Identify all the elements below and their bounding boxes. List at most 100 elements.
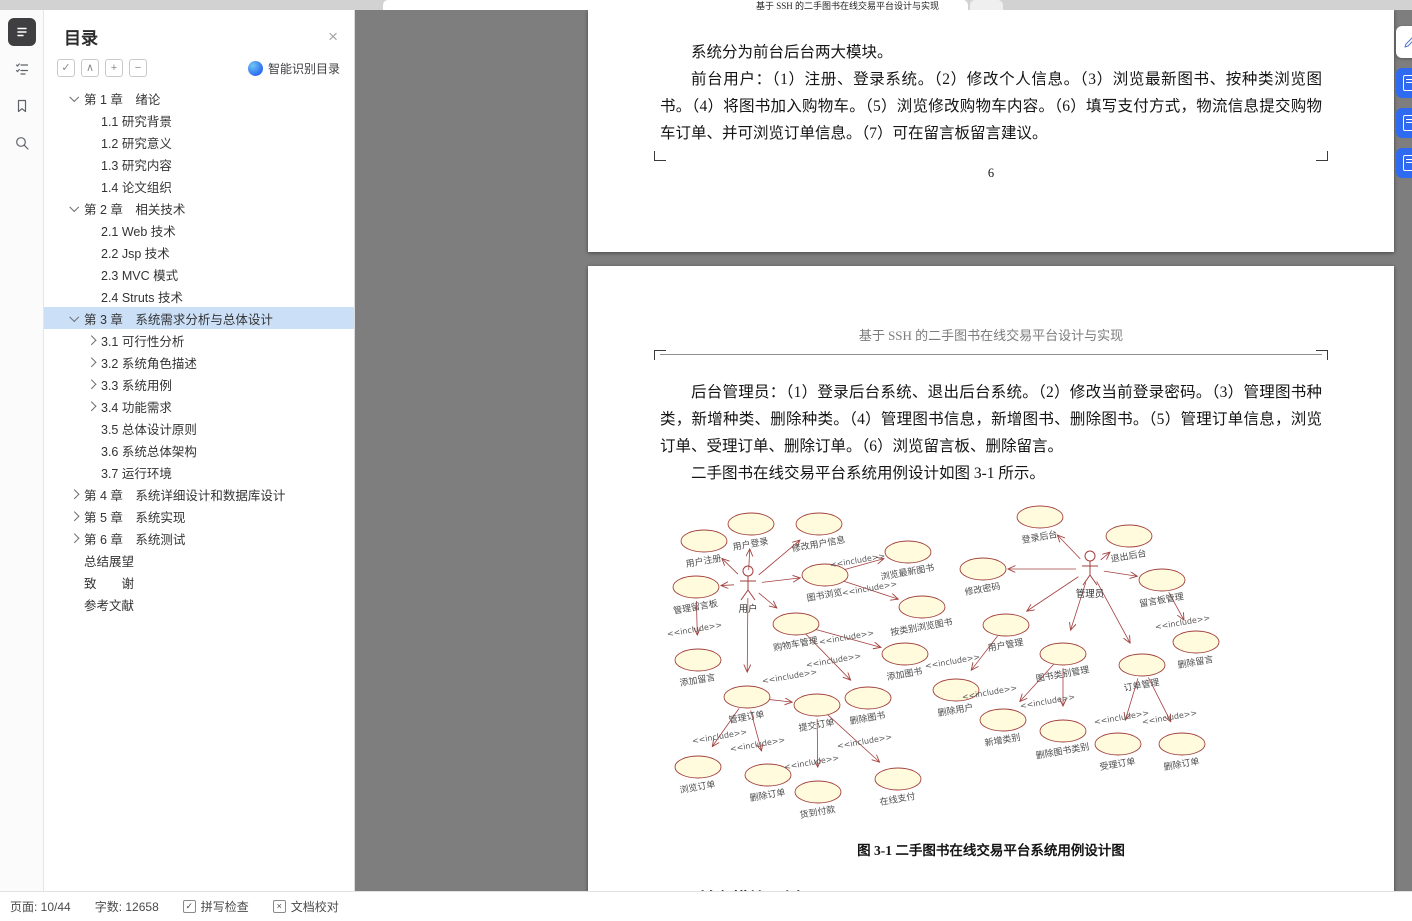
proofread-toggle[interactable]: × 文档校对 bbox=[272, 898, 339, 915]
chevron-right-icon[interactable] bbox=[66, 508, 82, 524]
toc-item[interactable]: 总结展望 bbox=[44, 549, 354, 571]
outline-icon bbox=[16, 27, 27, 37]
float-app-button-3[interactable] bbox=[1396, 148, 1412, 178]
chevron-right-icon[interactable] bbox=[83, 354, 99, 370]
float-app-button-2[interactable] bbox=[1396, 108, 1412, 138]
include-label: <<include>> bbox=[783, 753, 840, 772]
chevron-down-icon[interactable] bbox=[66, 310, 82, 326]
toc-item[interactable]: 2.2 Jsp 技术 bbox=[44, 241, 354, 263]
toc-item[interactable]: 1.4 论文组织 bbox=[44, 175, 354, 197]
toc-item[interactable]: 第 1 章 绪论 bbox=[44, 87, 354, 109]
toc-item[interactable]: 1.2 研究意义 bbox=[44, 131, 354, 153]
toc-item[interactable]: 参考文献 bbox=[44, 593, 354, 615]
diagram-edge bbox=[722, 558, 739, 575]
text-boundary-mark bbox=[654, 350, 666, 360]
usecase-diagram: 用户注册用户登录 修改用户信息浏览最新图书图书浏览按类别浏览图书 管理留言板购物车管… bbox=[666, 505, 1220, 821]
usecase-label: 留言板管理 bbox=[1138, 590, 1184, 610]
document-scroll-area[interactable]: 系统分为前台后台两大模块。 前台用户：（1）注册、登录系统。（2）修改个人信息。… bbox=[355, 10, 1412, 891]
bookmark-button[interactable] bbox=[8, 92, 36, 120]
toc-item[interactable]: 2.3 MVC 模式 bbox=[44, 263, 354, 285]
usecase-label: 删除图书 bbox=[849, 709, 887, 727]
toc-item[interactable]: 1.3 研究内容 bbox=[44, 153, 354, 175]
usecase-node: 用户管理 bbox=[982, 613, 1030, 654]
collapse-node-icon[interactable]: − bbox=[129, 59, 147, 77]
chevron-placeholder bbox=[83, 222, 99, 238]
usecase-node: 提交订单 bbox=[793, 693, 841, 734]
toc-item[interactable]: 3.3 系统用例 bbox=[44, 373, 354, 395]
toc-item[interactable]: 致 谢 bbox=[44, 571, 354, 593]
usecase-node: 修改用户信息 bbox=[791, 512, 846, 555]
actor-label: 用户 bbox=[738, 603, 757, 615]
float-app-button-1[interactable] bbox=[1396, 68, 1412, 98]
toc-item-label: 3.7 运行环境 bbox=[101, 466, 172, 481]
toc-item-label: 第 6 章 系统测试 bbox=[84, 532, 186, 547]
spellcheck-toggle[interactable]: ✓ 拼写检查 bbox=[182, 898, 249, 915]
toc-panel: 目录 × ✓ ∧ + − 智能识别目录 第 1 章 绪论 1.1 研究背景 1.2 研究意… bbox=[44, 10, 355, 891]
toc-item[interactable]: 2.4 Struts 技术 bbox=[44, 285, 354, 307]
chevron-down-icon[interactable] bbox=[66, 90, 82, 106]
chevron-down-icon[interactable] bbox=[66, 200, 82, 216]
status-bar: 页面: 10/44 字数: 12658 ✓ 拼写检查 × 文档校对 bbox=[0, 891, 1412, 921]
chevron-right-icon[interactable] bbox=[83, 398, 99, 414]
toc-item[interactable]: 第 4 章 系统详细设计和数据库设计 bbox=[44, 483, 354, 505]
usecase-label: 提交订单 bbox=[798, 716, 836, 734]
toc-item[interactable]: 3.2 系统角色描述 bbox=[44, 351, 354, 373]
smart-toc-button[interactable]: 智能识别目录 bbox=[247, 60, 340, 77]
new-tab-stub[interactable] bbox=[970, 0, 1003, 10]
toc-item[interactable]: 3.5 总体设计原则 bbox=[44, 417, 354, 439]
usecase-label: 新增类别 bbox=[984, 731, 1022, 749]
chevron-placeholder bbox=[83, 288, 99, 304]
toc-item[interactable]: 3.6 系统总体架构 bbox=[44, 439, 354, 461]
toc-item-label: 3.1 可行性分析 bbox=[101, 334, 185, 349]
chevron-right-icon[interactable] bbox=[83, 332, 99, 348]
select-all-icon[interactable]: ✓ bbox=[57, 59, 75, 77]
include-label: <<include>> bbox=[829, 551, 886, 570]
collapse-all-icon[interactable]: ∧ bbox=[81, 59, 99, 77]
text-boundary-mark bbox=[1316, 151, 1328, 161]
close-icon[interactable]: × bbox=[328, 28, 338, 45]
document-tab[interactable]: 基于 SSH 的二手图书在线交易平台设计与实现 bbox=[383, 0, 968, 10]
toc-item[interactable]: 第 2 章 相关技术 bbox=[44, 197, 354, 219]
toc-item-label: 参考文献 bbox=[84, 598, 135, 613]
usecase-node: 新增类别 bbox=[979, 708, 1027, 749]
toc-item[interactable]: 3.7 运行环境 bbox=[44, 461, 354, 483]
float-panel-button[interactable] bbox=[1396, 26, 1412, 58]
toc-item[interactable]: 第 5 章 系统实现 bbox=[44, 505, 354, 527]
chevron-right-icon[interactable] bbox=[66, 530, 82, 546]
paragraph: 系统分为前台后台两大模块。 bbox=[691, 44, 893, 61]
search-button[interactable] bbox=[8, 129, 36, 157]
usecase-label: 退出后台 bbox=[1110, 547, 1148, 565]
expand-node-icon[interactable]: + bbox=[105, 59, 123, 77]
page-number: 6 bbox=[987, 166, 995, 180]
outline-panel-button[interactable] bbox=[7, 18, 36, 46]
window-tab-strip: 基于 SSH 的二手图书在线交易平台设计与实现 bbox=[0, 0, 1412, 10]
chevron-placeholder bbox=[66, 574, 82, 590]
toc-item-label: 致 谢 bbox=[84, 576, 135, 591]
usecase-node: 留言板管理 bbox=[1138, 568, 1186, 610]
toc-item[interactable]: 3.1 可行性分析 bbox=[44, 329, 354, 351]
toc-item-label: 2.2 Jsp 技术 bbox=[101, 246, 170, 261]
toc-item[interactable]: 1.1 研究背景 bbox=[44, 109, 354, 131]
chevron-right-icon[interactable] bbox=[83, 376, 99, 392]
diagram-edge bbox=[758, 592, 777, 608]
toc-item[interactable]: 2.1 Web 技术 bbox=[44, 219, 354, 241]
toc-item[interactable]: 第 3 章 系统需求分析与总体设计 bbox=[44, 307, 354, 329]
usecase-node: 浏览最新图书 bbox=[880, 540, 935, 583]
chevron-placeholder bbox=[83, 156, 99, 172]
toc-item[interactable]: 3.4 功能需求 bbox=[44, 395, 354, 417]
floating-side-toolbar bbox=[1396, 26, 1412, 178]
usecase-label: 删除订单 bbox=[1163, 755, 1201, 773]
search-icon bbox=[15, 137, 29, 150]
chevron-right-icon[interactable] bbox=[66, 486, 82, 502]
usecase-node: 用户登录 bbox=[727, 512, 775, 553]
usecase-label: 用户管理 bbox=[987, 636, 1025, 654]
annotation-list-button[interactable] bbox=[8, 55, 36, 83]
toc-item-label: 第 1 章 绪论 bbox=[84, 92, 161, 107]
status-page-indicator: 页面: 10/44 bbox=[10, 900, 71, 914]
usecase-label: 受理订单 bbox=[1099, 755, 1137, 773]
left-icon-rail bbox=[0, 10, 44, 891]
usecase-label: 订单管理 bbox=[1123, 676, 1161, 694]
include-label: <<include>> bbox=[1154, 613, 1211, 632]
toc-item[interactable]: 第 6 章 系统测试 bbox=[44, 527, 354, 549]
usecase-node: 添加图书 bbox=[881, 642, 929, 683]
